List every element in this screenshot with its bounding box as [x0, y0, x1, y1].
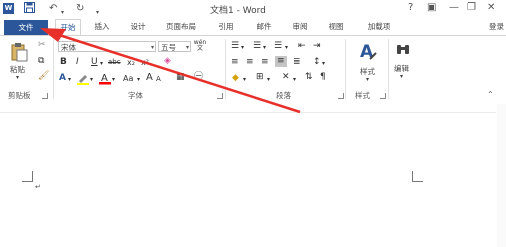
red-arrow-annotation	[40, 28, 301, 114]
